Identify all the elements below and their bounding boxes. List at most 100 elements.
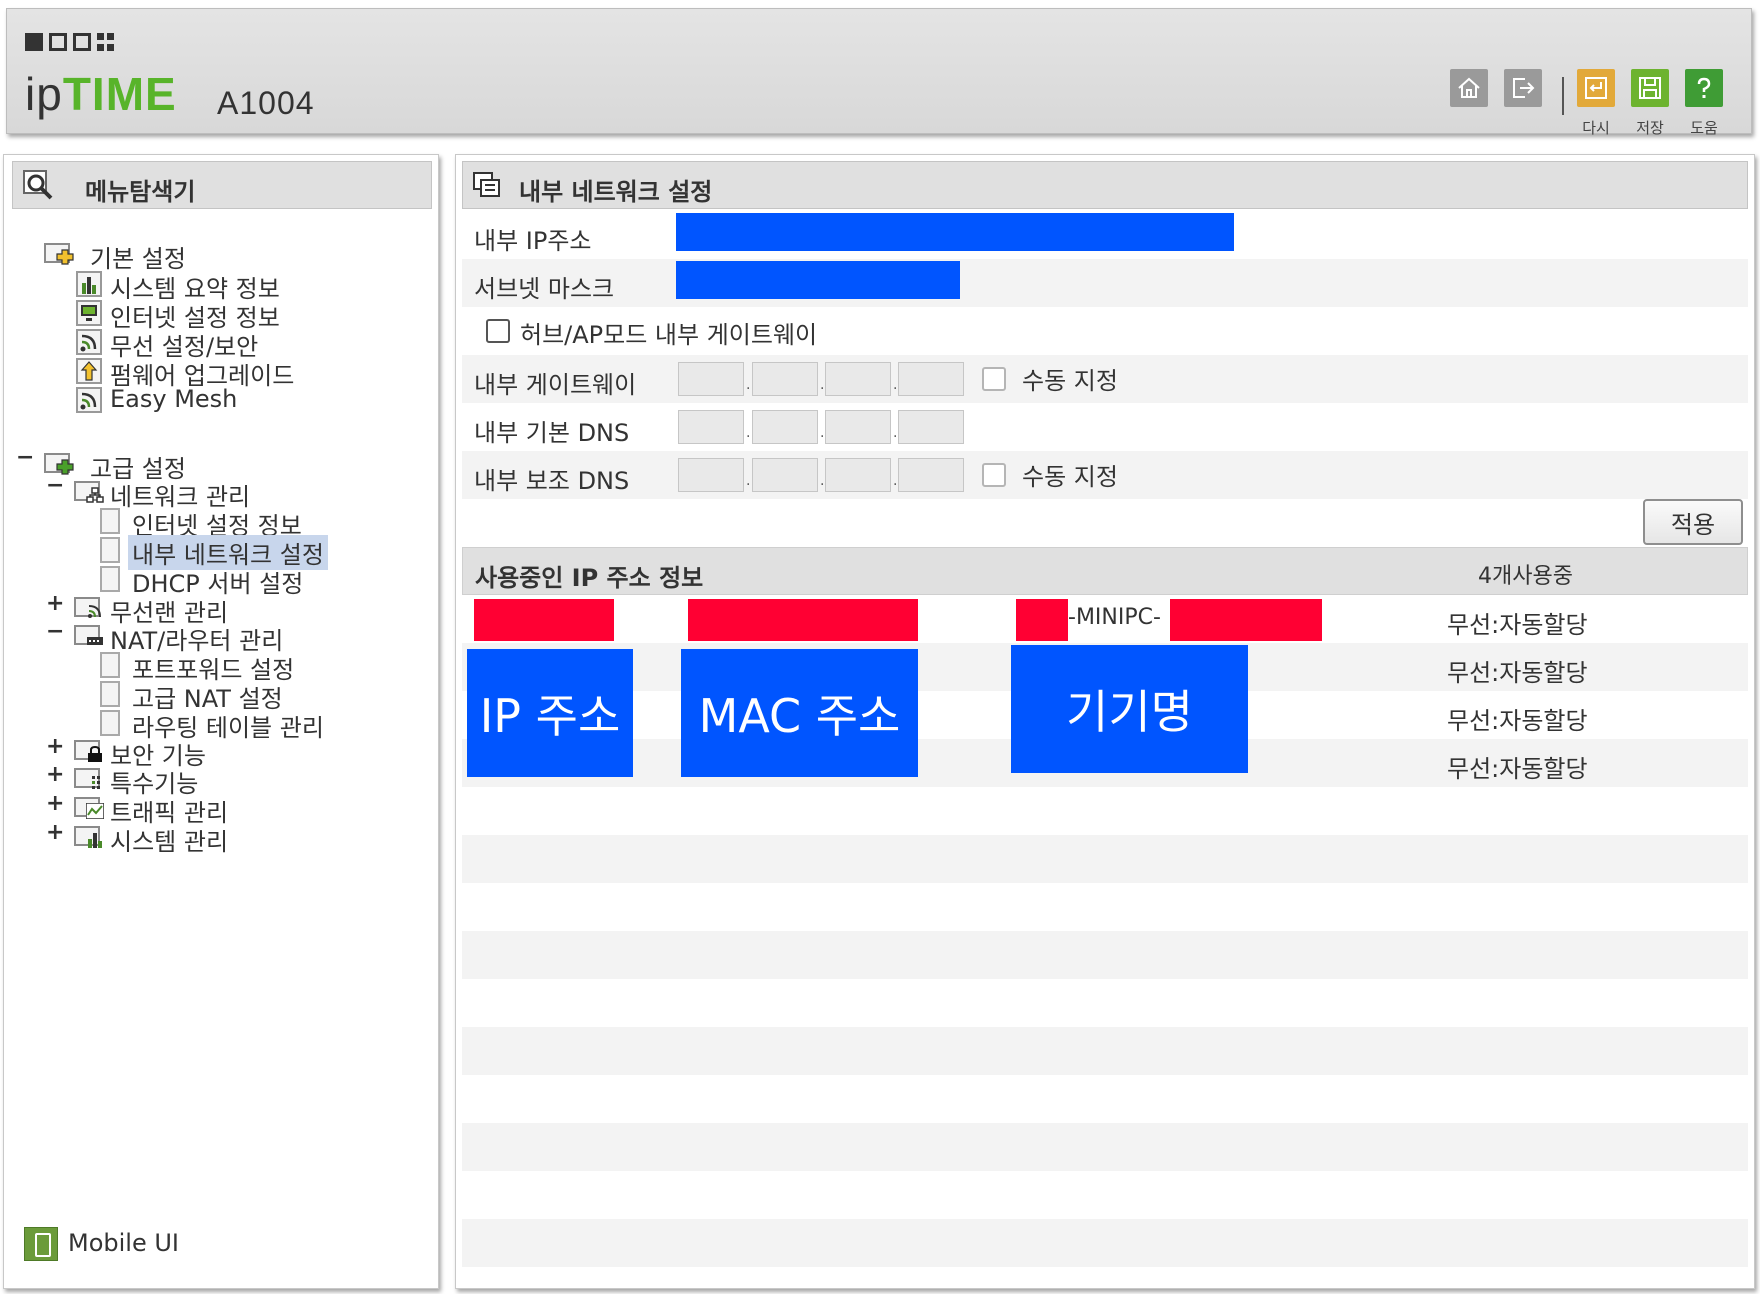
- page-title: 내부 네트워크 설정: [519, 178, 713, 206]
- hub-ap-gateway-label: 허브/AP모드 내부 게이트웨이: [520, 321, 818, 349]
- secondary-dns-row: 내부 보조 DNS . . . 수동 지정: [462, 451, 1748, 499]
- internal-ip-redacted: [676, 213, 1234, 251]
- top-header: ipTIME A1004 다시 저장 도움: [6, 8, 1752, 137]
- page-icon: [100, 710, 120, 736]
- internal-ip-row: 내부 IP주소: [462, 211, 1748, 259]
- folder-icon: [74, 621, 104, 647]
- mobile-phone-icon: [24, 1227, 58, 1261]
- secondary-dns-octet-2[interactable]: [752, 458, 818, 492]
- assignment-status: 무선:자동할당: [1447, 659, 1588, 687]
- primary-dns-octet-1[interactable]: [678, 410, 744, 444]
- device-name-redacted-left: [1016, 599, 1068, 641]
- device-name-text: -MINIPC-: [1068, 605, 1161, 630]
- gateway-manual-checkbox[interactable]: [982, 367, 1006, 391]
- tree-system-management-label: 시스템 관리: [110, 828, 229, 856]
- secondary-dns-manual-checkbox[interactable]: [982, 463, 1006, 487]
- secondary-dns-octet-1[interactable]: [678, 458, 744, 492]
- menu-explorer-header: 메뉴탐색기: [12, 161, 432, 209]
- ip-list-title: 사용중인 IP 주소 정보: [475, 564, 704, 592]
- page-icon: [100, 681, 120, 707]
- ip-list-count: 4개사용중: [1478, 564, 1573, 589]
- toolbar-separator: [1562, 77, 1564, 115]
- empty-row: [462, 787, 1748, 835]
- mobile-ui-label: Mobile UI: [68, 1229, 179, 1257]
- help-label: 도움: [1690, 119, 1718, 137]
- expand-security-toggle[interactable]: +: [46, 734, 64, 759]
- expand-special-toggle[interactable]: +: [46, 762, 64, 787]
- save-button[interactable]: [1631, 69, 1669, 107]
- secondary-dns-octet-4[interactable]: [898, 458, 964, 492]
- subnet-mask-redacted: [676, 261, 960, 299]
- empty-row: [462, 1075, 1748, 1123]
- save-icon: [1639, 77, 1661, 99]
- magnifier-icon: [23, 170, 53, 200]
- home-button[interactable]: [1450, 69, 1488, 107]
- help-icon: [1697, 77, 1711, 98]
- page-icon: [100, 652, 120, 678]
- wifi-icon: [76, 329, 102, 355]
- network-icon: [86, 487, 104, 503]
- upgrade-arrow-icon: [76, 358, 102, 384]
- folder-icon: [44, 239, 74, 265]
- gateway-octet-3[interactable]: [825, 362, 891, 396]
- ip-list-header: 사용중인 IP 주소 정보 4개사용중: [462, 547, 1748, 595]
- subnet-mask-row: 서브넷 마스크: [462, 259, 1748, 307]
- gateway-row: 내부 게이트웨이 . . . 수동 지정: [462, 355, 1748, 403]
- collapse-nat-toggle[interactable]: −: [46, 619, 64, 644]
- reload-icon: [1585, 77, 1607, 99]
- bar-chart-icon: [76, 271, 102, 297]
- page-icon: [100, 537, 120, 563]
- hub-ap-gateway-row: 허브/AP모드 내부 게이트웨이: [462, 307, 1748, 355]
- ip-address-overlay: IP 주소: [467, 649, 633, 777]
- lock-icon: [88, 746, 102, 762]
- empty-row: [462, 835, 1748, 883]
- gateway-octet-2[interactable]: [752, 362, 818, 396]
- primary-dns-octet-2[interactable]: [752, 410, 818, 444]
- logout-icon: [1513, 78, 1535, 98]
- mac-address-overlay: MAC 주소: [681, 649, 918, 777]
- primary-dns-label: 내부 기본 DNS: [474, 419, 630, 447]
- main-content-panel: 내부 네트워크 설정 내부 IP주소 서브넷 마스크 허브/AP모드 내부 게이…: [455, 154, 1755, 1289]
- empty-row: [462, 1027, 1748, 1075]
- hub-ap-gateway-checkbox[interactable]: [486, 319, 510, 343]
- secondary-dns-label: 내부 보조 DNS: [474, 467, 630, 495]
- expand-system-toggle[interactable]: +: [46, 820, 64, 845]
- device-name-redacted-right: [1170, 599, 1322, 641]
- collapse-network-toggle[interactable]: −: [46, 473, 64, 498]
- expand-traffic-toggle[interactable]: +: [46, 791, 64, 816]
- mac-redacted: [688, 599, 918, 641]
- secondary-dns-octet-3[interactable]: [825, 458, 891, 492]
- gateway-manual-label: 수동 지정: [1022, 367, 1118, 395]
- plus-gold-icon: [56, 249, 74, 265]
- model-name: A1004: [217, 85, 315, 121]
- mesh-wifi-icon: [76, 387, 102, 413]
- monitor-icon: [76, 300, 102, 326]
- empty-row: [462, 1219, 1748, 1267]
- folder-icon: [44, 449, 74, 475]
- menu-explorer-panel: 메뉴탐색기 기본 설정 시스템 요약 정보 인터넷 설정 정보 무선 설정/보안…: [3, 154, 439, 1289]
- expand-wireless-toggle[interactable]: +: [46, 591, 64, 616]
- collapse-advanced-toggle[interactable]: −: [16, 445, 34, 470]
- help-button[interactable]: [1685, 69, 1723, 107]
- logout-button[interactable]: [1504, 69, 1542, 107]
- gateway-octet-4[interactable]: [898, 362, 964, 396]
- reload-label: 다시: [1582, 119, 1610, 137]
- primary-dns-octet-4[interactable]: [898, 410, 964, 444]
- folder-icon: [74, 736, 104, 762]
- logo-squares-icon: [25, 33, 115, 51]
- empty-row: [462, 883, 1748, 931]
- subnet-mask-label: 서브넷 마스크: [474, 275, 615, 303]
- device-name-overlay: 기기명: [1011, 645, 1248, 773]
- internal-ip-label: 내부 IP주소: [474, 227, 592, 255]
- empty-row: [462, 1123, 1748, 1171]
- empty-row: [462, 931, 1748, 979]
- folder-icon: [74, 764, 104, 790]
- reload-button[interactable]: [1577, 69, 1615, 107]
- primary-dns-octet-3[interactable]: [825, 410, 891, 444]
- gateway-octet-1[interactable]: [678, 362, 744, 396]
- ip-list-row: -MINIPC- 무선:자동할당: [462, 595, 1748, 643]
- section-header: 내부 네트워크 설정: [462, 161, 1748, 209]
- grid-dots-icon: [92, 776, 100, 789]
- folder-icon: [74, 793, 104, 819]
- apply-button[interactable]: 적용: [1643, 499, 1743, 545]
